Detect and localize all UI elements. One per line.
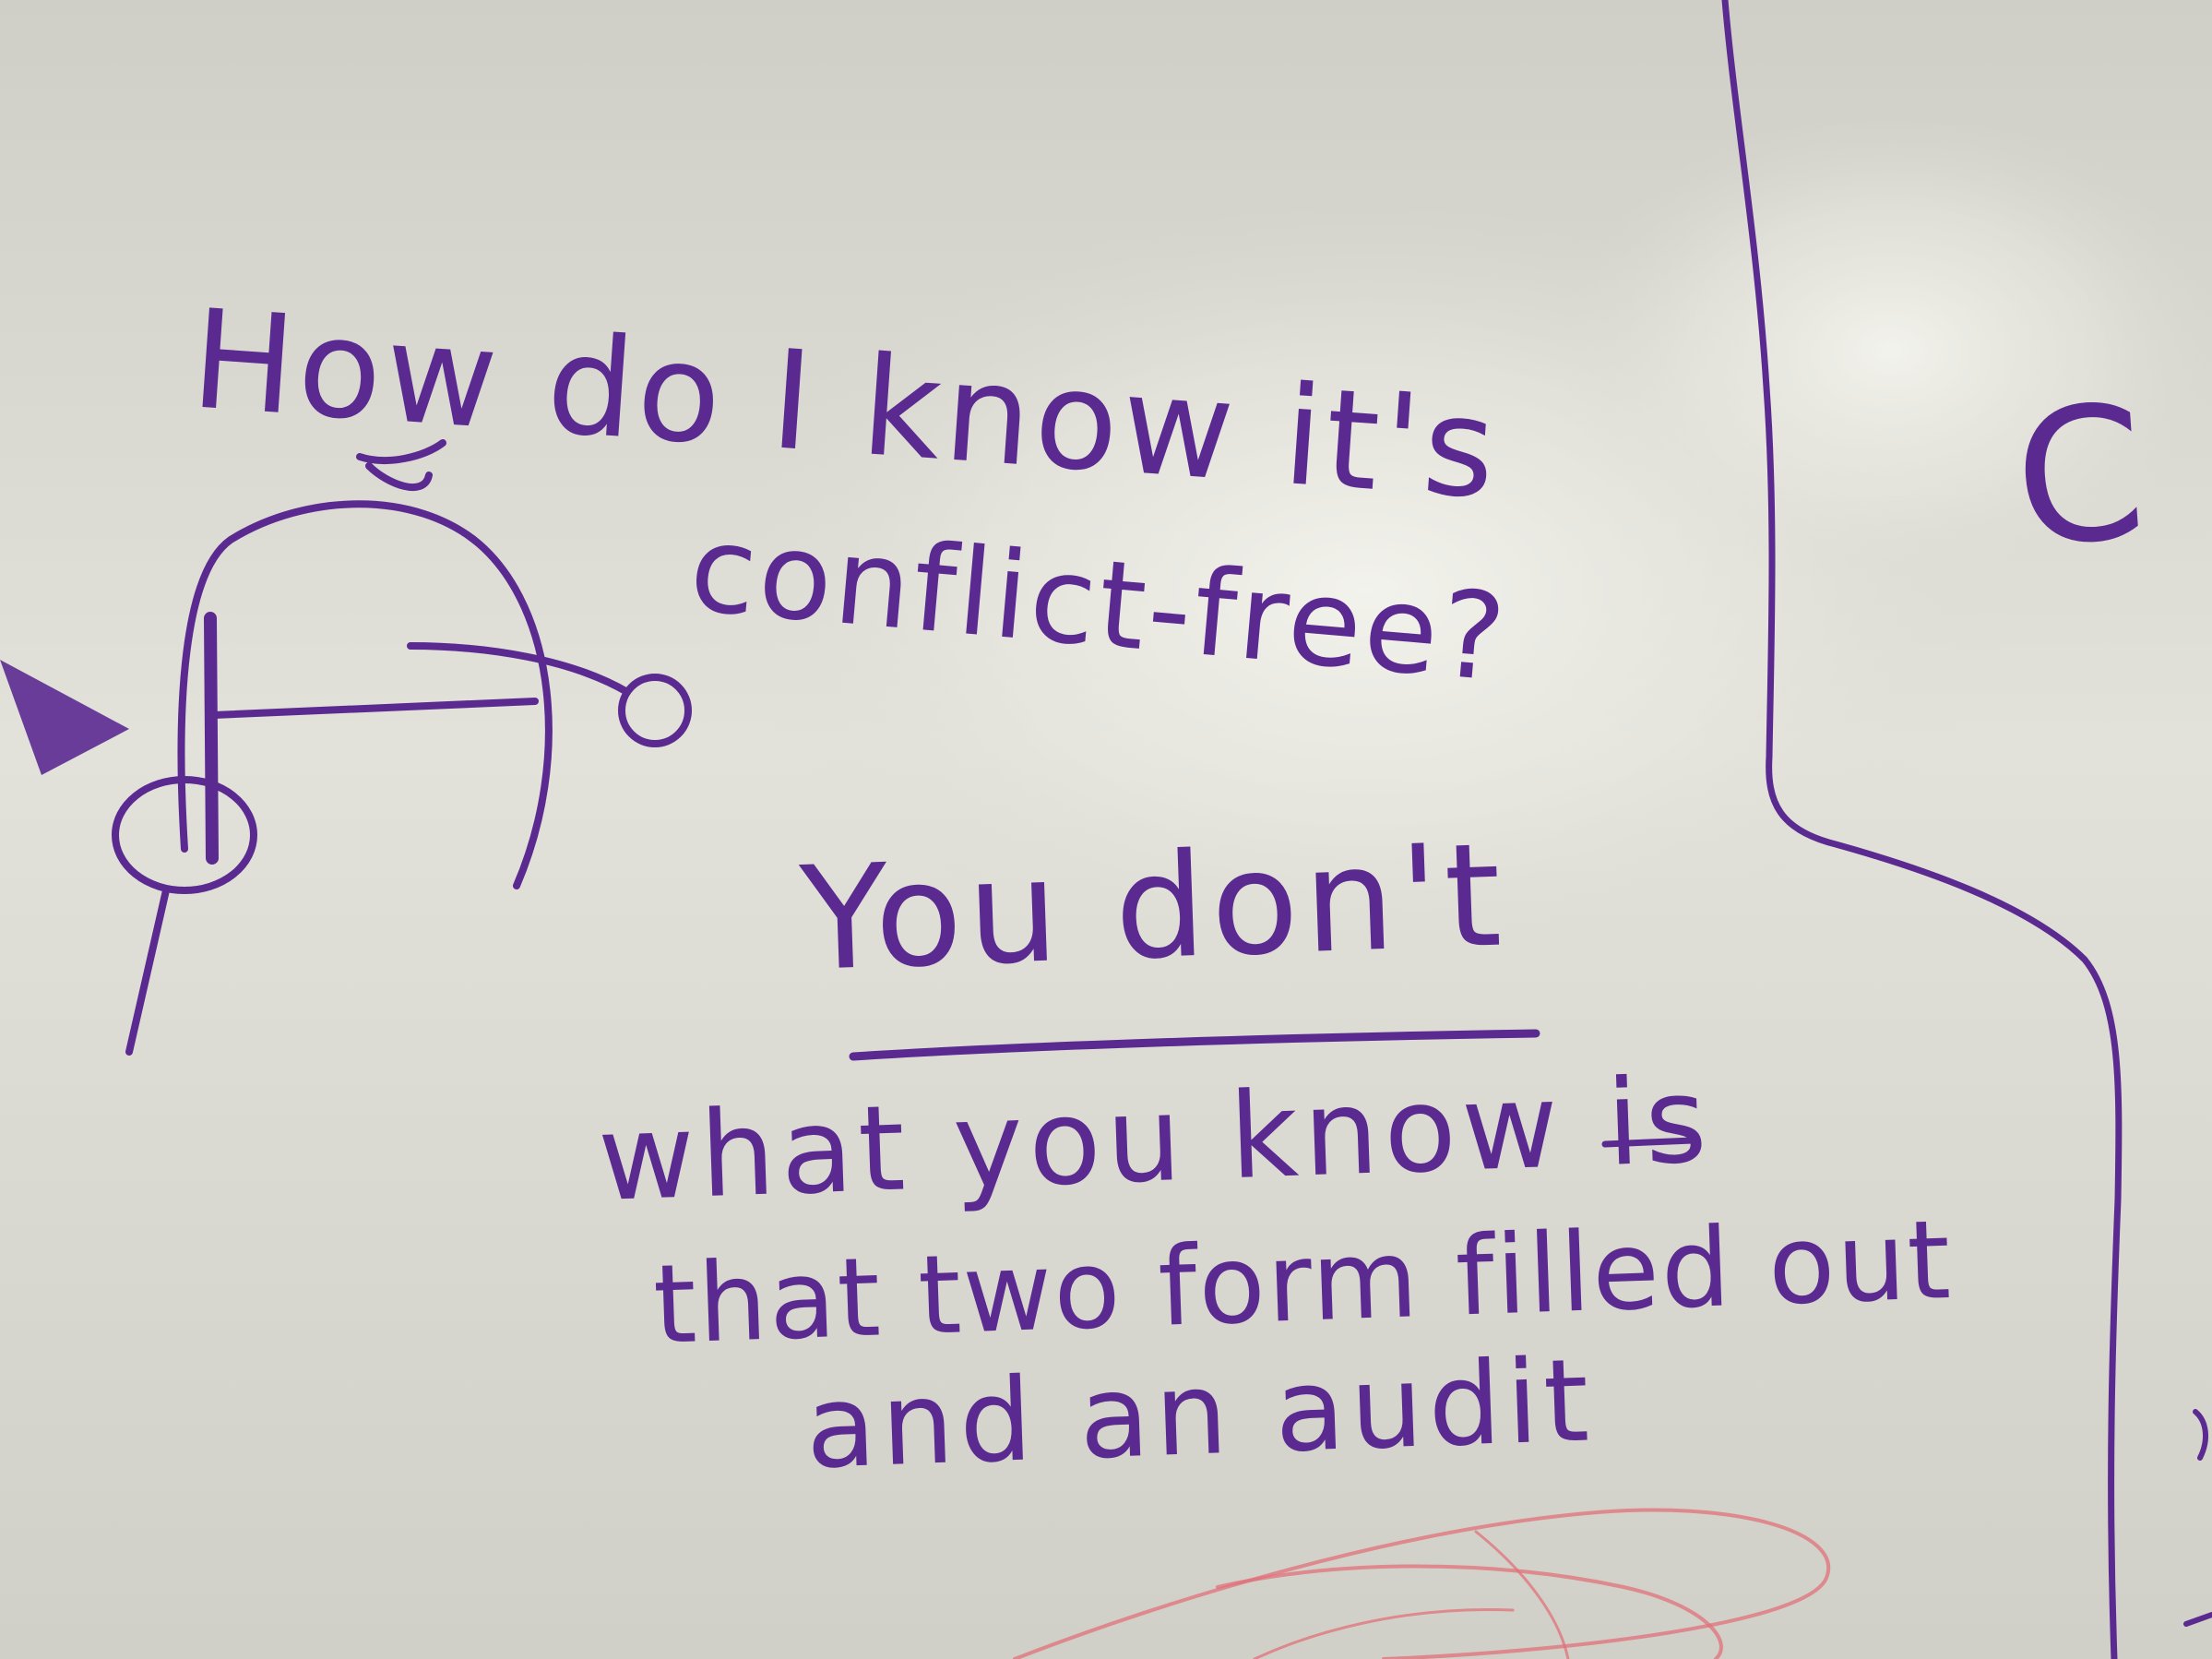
whiteboard-drawing: C How do I know it's conflict-free? You … bbox=[0, 0, 2212, 1659]
arc-thick-left bbox=[204, 612, 219, 865]
whiteboard-photo: C How do I know it's conflict-free? You … bbox=[0, 0, 2212, 1659]
answer-line-3: and an audit bbox=[803, 1334, 1597, 1495]
answer-heading: You don't bbox=[797, 811, 1509, 1003]
is-underline bbox=[1601, 1137, 1696, 1148]
margin-letter: C bbox=[2008, 365, 2152, 589]
